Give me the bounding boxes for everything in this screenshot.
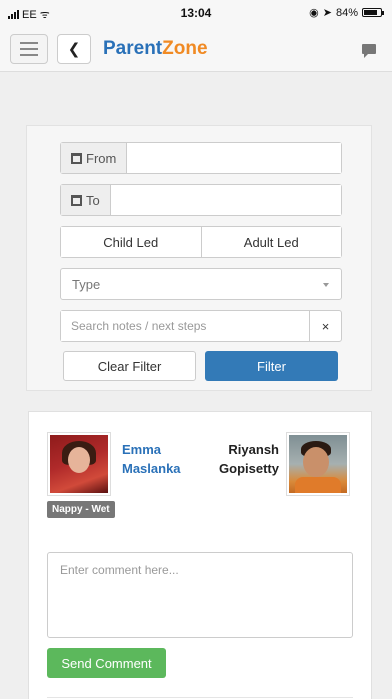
to-addon: To [61, 185, 111, 215]
status-right: ◉ ➤ 84% [309, 6, 384, 19]
caret-down-icon [323, 283, 329, 287]
from-addon: From [61, 143, 128, 173]
type-placeholder: Type [72, 277, 101, 292]
chevron-left-icon: ❮ [67, 41, 81, 58]
status-badge: Nappy - Wet [47, 501, 115, 518]
comment-input[interactable] [47, 552, 353, 638]
menu-icon-bar [20, 42, 38, 44]
child-avatar[interactable] [286, 432, 350, 496]
battery-fill [364, 10, 378, 15]
divider [47, 697, 353, 698]
child-led-button[interactable]: Child Led [61, 227, 201, 257]
send-comment-button[interactable]: Send Comment [47, 648, 166, 678]
staff-avatar[interactable] [47, 432, 111, 496]
location-icon: ➤ [322, 7, 332, 19]
battery-percent: 84% [335, 6, 358, 19]
status-bar: EE ᯤ 13:04 ◉ ➤ 84% [0, 0, 392, 26]
calendar-icon [71, 194, 82, 206]
staff-name[interactable]: Emma Maslanka [122, 440, 181, 478]
to-label: To [86, 192, 100, 208]
child-name: Riyansh Gopisetty [199, 440, 279, 478]
brand-zone: Zone [162, 38, 208, 59]
chat-icon[interactable] [362, 44, 376, 58]
filter-button[interactable]: Filter [205, 351, 338, 381]
staff-last-name: Maslanka [122, 461, 181, 476]
staff-first-name: Emma [122, 442, 162, 457]
type-select[interactable]: Type [60, 268, 342, 300]
adult-led-button[interactable]: Adult Led [200, 227, 341, 257]
from-label: From [86, 150, 117, 166]
navbar: ❮ ParentZone [0, 26, 392, 72]
staff-photo [50, 435, 108, 493]
led-toggle-group: Child Led Adult Led [60, 226, 342, 258]
clear-search-button[interactable]: × [309, 311, 341, 341]
calendar-icon [71, 152, 82, 164]
from-date-input[interactable] [127, 143, 341, 173]
search-group: × [60, 310, 342, 342]
observation-card: Emma Maslanka Riyansh Gopisetty Nappy - … [28, 411, 372, 699]
clear-filter-button[interactable]: Clear Filter [63, 351, 196, 381]
menu-button[interactable] [10, 34, 48, 64]
search-notes-input[interactable] [61, 311, 309, 341]
back-button[interactable]: ❮ [57, 34, 91, 64]
menu-icon-bar [20, 48, 38, 50]
menu-icon-bar [20, 54, 38, 56]
battery-icon [362, 8, 384, 17]
from-date-group: From [60, 142, 342, 174]
brand-logo[interactable]: ParentZone [103, 38, 208, 60]
to-date-input[interactable] [110, 185, 341, 215]
close-icon: × [321, 318, 330, 334]
child-last-name: Gopisetty [219, 461, 279, 476]
filter-panel: From To Child Led Adult Led Type × Clear… [26, 125, 372, 391]
lock-rotation-icon: ◉ [309, 7, 319, 19]
to-date-group: To [60, 184, 342, 216]
brand-parent: Parent [103, 38, 163, 59]
child-first-name: Riyansh [228, 442, 279, 457]
child-photo [289, 435, 347, 493]
